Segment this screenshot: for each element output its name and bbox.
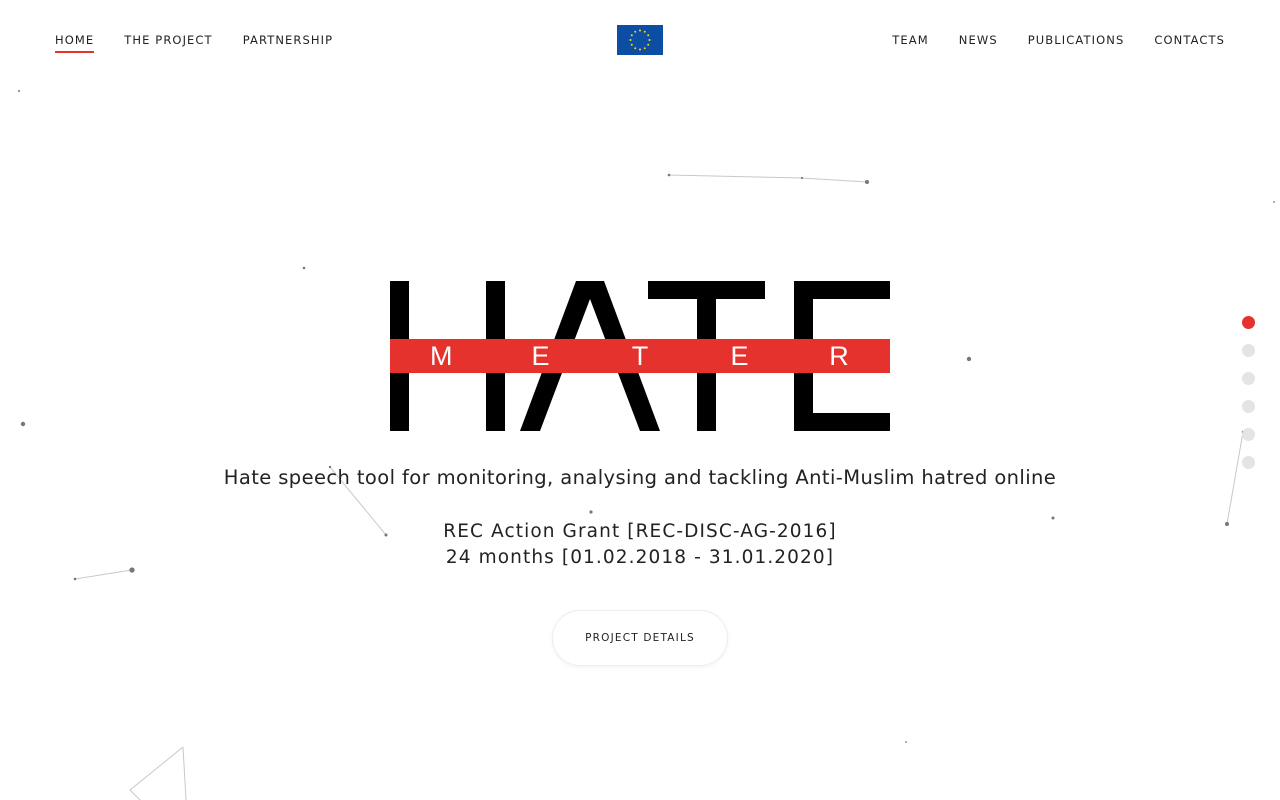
main-nav-right: TEAM NEWS PUBLICATIONS CONTACTS [892,33,1225,51]
eu-star-icon [630,34,633,37]
grant-line: REC Action Grant [REC-DISC-AG-2016] [443,521,837,542]
section-dot-6[interactable] [1242,456,1255,469]
nav-home[interactable]: HOME [55,33,95,53]
section-dots-nav [1242,316,1255,484]
nav-contacts[interactable]: CONTACTS [1154,33,1225,51]
eu-star-icon [639,29,641,32]
section-dot-3[interactable] [1242,372,1255,385]
hero-tagline: Hate speech tool for monitoring, analysi… [223,466,1057,489]
eu-star-icon [648,39,651,41]
section-dot-5[interactable] [1242,428,1255,441]
section-dot-2[interactable] [1242,344,1255,357]
section-dot-1[interactable] [1242,316,1255,329]
section-dot-4[interactable] [1242,400,1255,413]
eu-star-icon [629,39,632,41]
main-nav-left: HOME THE PROJECT PARTNERSHIP [55,33,333,53]
grant-info: REC Action Grant [REC-DISC-AG-2016] 24 m… [0,519,1280,571]
grant-duration: 24 months [01.02.2018 - 31.01.2020] [445,547,835,568]
eu-star-icon [647,43,650,46]
nav-team[interactable]: TEAM [892,33,928,51]
nav-the-project[interactable]: THE PROJECT [124,33,212,51]
nav-partnership[interactable]: PARTNERSHIP [243,33,333,51]
eu-star-icon [639,48,641,51]
eu-star-icon [630,43,633,46]
page: HOME THE PROJECT PARTNERSHIP TEAM NEWS P… [0,0,1280,800]
eu-star-icon [634,47,637,50]
eu-flag-icon [617,25,663,55]
eu-star-icon [643,30,646,33]
hate-meter-logo [390,281,890,431]
eu-star-icon [647,34,650,37]
nav-news[interactable]: NEWS [959,33,998,51]
eu-star-icon [643,47,646,50]
eu-star-icon [634,30,637,33]
project-details-button[interactable]: PROJECT DETAILS [552,610,728,666]
nav-publications[interactable]: PUBLICATIONS [1028,33,1125,51]
